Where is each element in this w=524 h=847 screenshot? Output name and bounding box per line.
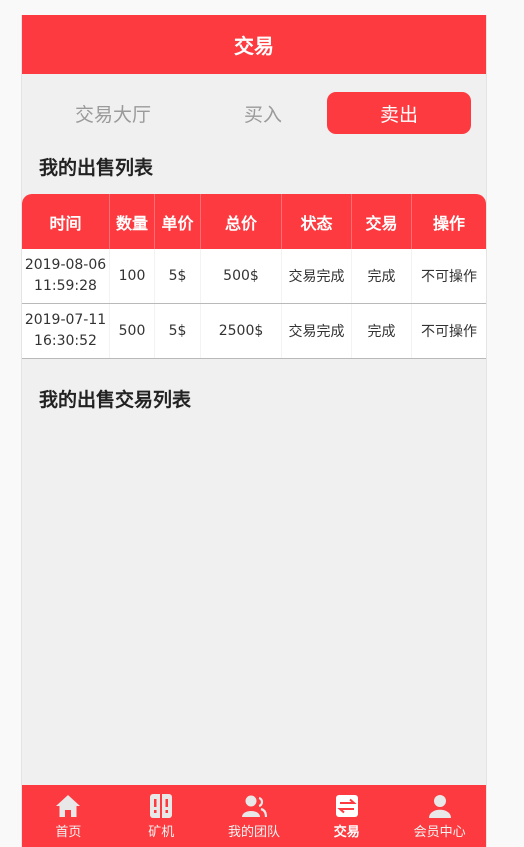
table-header: 时间 数量 单价 总价 状态 交易 操作 (22, 194, 486, 249)
page-title: 交易 (234, 34, 274, 58)
cell-trade: 完成 (352, 304, 412, 358)
sell-trade-list-title: 我的出售交易列表 (39, 389, 192, 411)
nav-item-member-center[interactable]: 会员中心 (393, 785, 486, 847)
nav-item-home[interactable]: 首页 (22, 785, 115, 847)
cell-action: 不可操作 (421, 324, 477, 340)
bottom-nav: 首页 矿机 我的团队 交易 会员中心 (22, 785, 486, 847)
cell-time: 2019-08-06 11:59:28 (22, 249, 110, 303)
cell-total-price: 2500$ (201, 304, 282, 358)
header-quantity: 数量 (110, 194, 155, 249)
cell-date: 2019-07-11 (24, 312, 107, 328)
tab-sell[interactable]: 卖出 (327, 92, 471, 134)
nav-label-exchange: 交易 (333, 825, 360, 840)
cell-clock: 16:30:52 (34, 333, 97, 349)
header-status: 状态 (282, 194, 352, 249)
sell-list-title: 我的出售列表 (39, 157, 154, 179)
cell-trade: 完成 (352, 249, 412, 303)
cell-quantity: 500 (110, 304, 155, 358)
team-icon (241, 795, 267, 818)
cell-time: 2019-07-11 16:30:52 (22, 304, 110, 358)
nav-item-team[interactable]: 我的团队 (208, 785, 301, 847)
nav-item-miner[interactable]: 矿机 (115, 785, 208, 847)
cell-status: 交易完成 (282, 304, 352, 358)
cell-clock: 11:59:28 (34, 278, 97, 294)
header-trade: 交易 (352, 194, 412, 249)
app-frame: 交易 交易大厅 买入 卖出 我的出售列表 时间 数量 单价 总价 状态 交易 操… (21, 15, 487, 847)
sell-table: 时间 数量 单价 总价 状态 交易 操作 2019-08-06 11:59:28 … (22, 194, 486, 359)
page-header: 交易 (22, 15, 486, 74)
cell-date: 2019-08-06 (24, 257, 107, 273)
exchange-icon (335, 795, 358, 817)
cell-unit-price: 5$ (155, 304, 201, 358)
miner-icon (150, 794, 173, 818)
nav-label-home: 首页 (55, 825, 82, 840)
header-time: 时间 (22, 194, 110, 249)
nav-item-exchange[interactable]: 交易 (300, 785, 393, 847)
cell-quantity: 100 (110, 249, 155, 303)
cell-action: 不可操作 (421, 269, 477, 285)
nav-label-miner: 矿机 (148, 825, 175, 840)
tab-trading-hall[interactable]: 交易大厅 (48, 92, 178, 134)
table-row: 2019-08-06 11:59:28 100 5$ 500$ 交易完成 完成 不… (22, 249, 486, 304)
header-action: 操作 (432, 213, 465, 233)
nav-label-member-center: 会员中心 (413, 825, 466, 840)
cell-status: 交易完成 (282, 249, 352, 303)
header-unit-price: 单价 (155, 194, 201, 249)
cell-total-price: 500$ (201, 249, 282, 303)
tab-bar: 交易大厅 买入 卖出 (22, 74, 486, 150)
table-row: 2019-07-11 16:30:52 500 5$ 2500$ 交易完成 完成 … (22, 304, 486, 359)
home-icon (56, 795, 81, 817)
cell-unit-price: 5$ (155, 249, 201, 303)
nav-label-team: 我的团队 (227, 825, 280, 840)
user-icon (428, 795, 451, 818)
header-total-price: 总价 (201, 194, 282, 249)
tab-buy[interactable]: 买入 (208, 92, 318, 134)
